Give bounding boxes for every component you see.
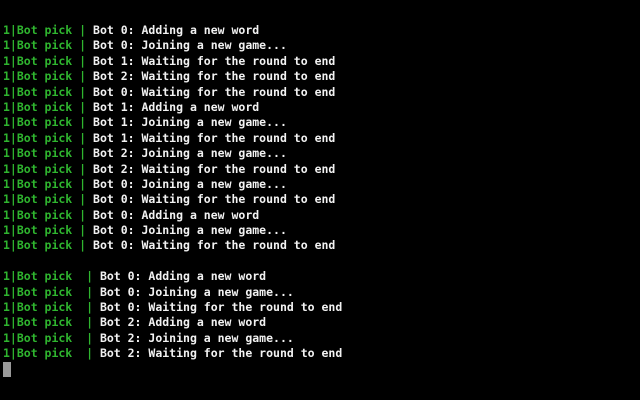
log-line: 1|Bot pick | Bot 1: Waiting for the roun… [3, 131, 342, 146]
log-line-prefix: 1|Bot pick | [3, 115, 94, 130]
log-line: 1|Bot pick | Bot 0: Waiting for the roun… [3, 238, 342, 253]
log-line-prefix: 1|Bot pick | [3, 69, 94, 84]
log-line-message: Bot 2: Joining a new game... [99, 330, 294, 345]
log-line-message: Bot 1: Adding a new word [93, 99, 260, 114]
log-line-message: Bot 1: Waiting for the round to end [93, 130, 336, 145]
log-block-2: 1|Bot pick | Bot 0: Adding a new word 1|B… [3, 269, 342, 361]
log-line: 1|Bot pick | Bot 0: Joining a new game..… [3, 177, 342, 192]
log-line-prefix: 1|Bot pick | [3, 223, 94, 238]
log-line: 1|Bot pick | Bot 0: Joining a new game..… [3, 38, 342, 53]
log-line: 1|Bot pick | Bot 1: Joining a new game..… [3, 115, 342, 130]
log-line: 1|Bot pick | Bot 2: Joining a new game..… [3, 146, 342, 161]
log-line-prefix: 1|Bot pick | [3, 238, 94, 253]
log-line-message: Bot 0: Adding a new word [93, 23, 260, 37]
log-line-message: Bot 0: Joining a new game... [93, 223, 287, 238]
log-line-message: Bot 0: Joining a new game... [99, 284, 294, 299]
log-line: 1|Bot pick | Bot 2: Waiting for the roun… [3, 69, 342, 84]
log-line-message: Bot 0: Joining a new game... [93, 38, 287, 53]
log-line-message: Bot 0: Adding a new word [93, 207, 260, 222]
log-line: 1|Bot pick | Bot 2: Joining a new game..… [3, 331, 342, 346]
log-line-message: Bot 0: Waiting for the round to end [93, 192, 336, 207]
log-line: 1|Bot pick | Bot 0: Waiting for the roun… [3, 85, 342, 100]
log-line-prefix: 1|Bot pick | [3, 53, 94, 68]
log-line-message: Bot 0: Adding a new word [99, 269, 267, 284]
log-line-prefix: 1|Bot pick | [3, 269, 100, 284]
log-line-prefix: 1|Bot pick | [3, 176, 94, 191]
log-line-prefix: 1|Bot pick | [3, 284, 100, 299]
log-line-message: Bot 0: Joining a new game... [93, 176, 287, 191]
log-line: 1|Bot pick | Bot 2: Waiting for the roun… [3, 162, 342, 177]
log-line: 1|Bot pick | Bot 0: Waiting for the roun… [3, 192, 342, 207]
log-line-message: Bot 2: Adding a new word [99, 315, 267, 330]
log-line-message: Bot 2: Joining a new game... [93, 146, 287, 161]
terminal-log: 1|Bot pick | Bot 0: Adding a new word 1|B… [3, 23, 342, 377]
log-line: 1|Bot pick | Bot 0: Joining a new game..… [3, 223, 342, 238]
log-line: 1|Bot pick | Bot 0: Joining a new game..… [3, 285, 342, 300]
terminal-window[interactable]: 1|Bot pick | Bot 0: Adding a new word 1|B… [0, 0, 640, 400]
log-line-message: Bot 2: Waiting for the round to end [99, 346, 343, 361]
log-line-prefix: 1|Bot pick | [3, 99, 94, 114]
log-line-message: Bot 0: Waiting for the round to end [93, 238, 336, 253]
log-line-message: Bot 0: Waiting for the round to end [99, 300, 343, 315]
log-line-prefix: 1|Bot pick | [3, 346, 100, 361]
log-line-prefix: 1|Bot pick | [3, 207, 94, 222]
log-line: 1|Bot pick | Bot 0: Adding a new word [3, 269, 342, 284]
log-line: 1|Bot pick | Bot 0: Adding a new word [3, 23, 342, 38]
log-line: 1|Bot pick | Bot 0: Adding a new word [3, 208, 342, 223]
log-line-message: Bot 2: Waiting for the round to end [93, 161, 336, 176]
log-line-prefix: 1|Bot pick | [3, 161, 94, 176]
log-line-message: Bot 1: Waiting for the round to end [93, 53, 336, 68]
log-line-prefix: 1|Bot pick | [3, 130, 94, 145]
log-line-prefix: 1|Bot pick | [3, 192, 94, 207]
log-line-prefix: 1|Bot pick | [3, 23, 94, 37]
log-line: 1|Bot pick | Bot 1: Waiting for the roun… [3, 54, 342, 69]
log-line-prefix: 1|Bot pick | [3, 38, 94, 53]
log-line-message: Bot 0: Waiting for the round to end [93, 84, 336, 99]
log-line-prefix: 1|Bot pick | [3, 315, 100, 330]
log-line-prefix: 1|Bot pick | [3, 84, 94, 99]
log-line-prefix: 1|Bot pick | [3, 330, 100, 345]
log-line-message: Bot 2: Waiting for the round to end [93, 69, 336, 84]
log-line: 1|Bot pick | Bot 2: Waiting for the roun… [3, 346, 342, 361]
log-block-1: 1|Bot pick | Bot 0: Adding a new word 1|B… [3, 23, 342, 254]
log-line: 1|Bot pick | Bot 0: Waiting for the roun… [3, 300, 342, 315]
terminal-cursor[interactable] [3, 361, 11, 377]
log-line-prefix: 1|Bot pick | [3, 300, 100, 315]
log-line: 1|Bot pick | Bot 1: Adding a new word [3, 100, 342, 115]
log-line: 1|Bot pick | Bot 2: Adding a new word [3, 315, 342, 330]
log-line-prefix: 1|Bot pick | [3, 146, 94, 161]
log-line-message: Bot 1: Joining a new game... [93, 115, 287, 130]
